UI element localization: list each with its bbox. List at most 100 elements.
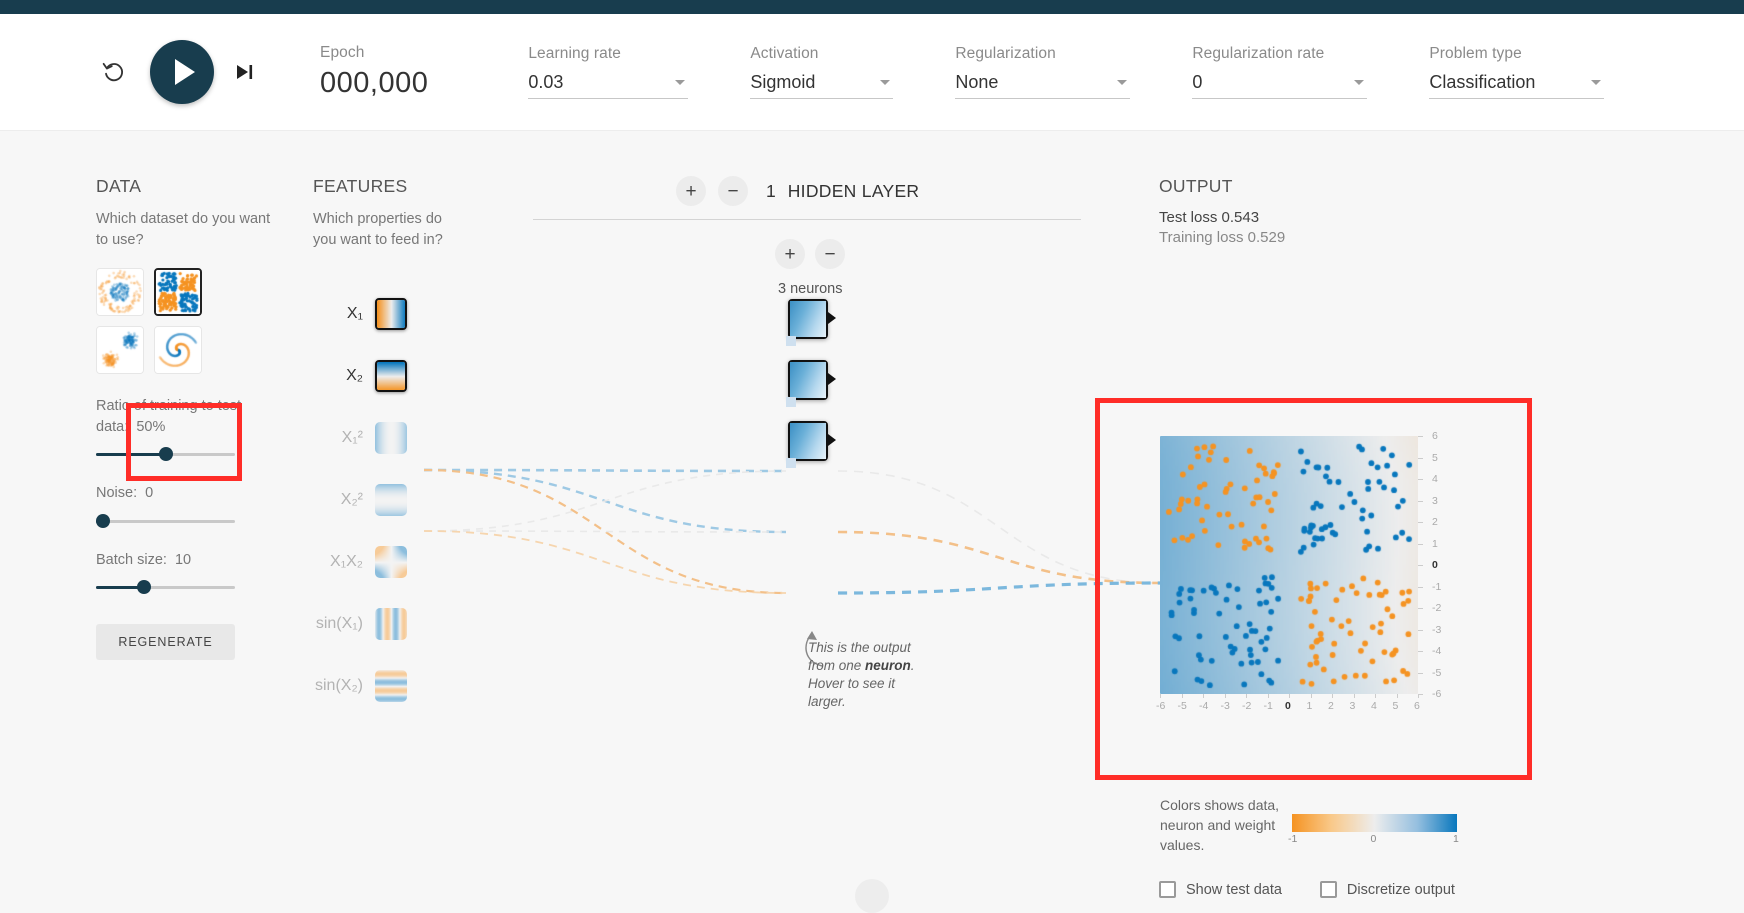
neuron-bias-indicator (786, 458, 796, 468)
step-forward-icon[interactable] (232, 59, 258, 85)
problem-type-select[interactable]: Classification (1429, 72, 1605, 99)
slider-knob[interactable] (96, 513, 110, 528)
neuron-bias-indicator (786, 336, 796, 346)
play-button[interactable] (150, 40, 214, 104)
hidden-neuron-2[interactable] (786, 360, 836, 407)
neuron-count-label: 3 neurons (778, 281, 843, 297)
slider-knob[interactable] (158, 447, 173, 462)
playback-controls (98, 40, 258, 104)
feature-thumbnail-x1x2[interactable] (375, 546, 407, 578)
y-tick-label: -5 (1432, 666, 1442, 679)
main-area: DATA Which dataset do you want to use? R… (0, 131, 1744, 913)
epoch-label: Epoch (320, 44, 365, 61)
feature-row-x1[interactable]: X₁ (313, 283, 407, 345)
feature-row-x2sq[interactable]: X₂² (313, 469, 407, 531)
y-tick (1418, 436, 1423, 437)
x-tick (1160, 694, 1161, 698)
regularization-value: None (955, 72, 999, 92)
problem-type-value: Classification (1429, 72, 1536, 92)
dataset-thumbnail-gauss[interactable] (96, 326, 144, 375)
x-tick (1267, 694, 1269, 698)
feature-thumbnail-x1[interactable] (375, 298, 407, 330)
slider-knob[interactable] (137, 580, 152, 595)
feature-label: sin(X₁) (315, 615, 363, 632)
feature-row-sinx2[interactable]: sin(X₂) (313, 655, 407, 717)
feature-label: X₂ (346, 367, 363, 384)
legend-tick-label: -1 (1288, 833, 1298, 845)
chevron-down-icon (1117, 80, 1128, 85)
feature-thumbnail-x1sq[interactable] (375, 422, 407, 454)
feature-row-x2[interactable]: X₂ (313, 345, 407, 407)
regularization-rate-value: 0 (1192, 72, 1203, 92)
learning-rate-select[interactable]: 0.03 (528, 72, 689, 99)
add-neuron-button[interactable]: + (775, 239, 805, 269)
hidden-neuron-1[interactable] (786, 299, 836, 346)
feature-label: X₁ (346, 305, 363, 322)
regenerate-button[interactable]: REGENERATE (96, 624, 235, 661)
x-tick-label: 1 (1306, 700, 1313, 712)
regularization-select[interactable]: None (955, 72, 1131, 99)
training-loss: Training loss 0.529 (1159, 229, 1286, 246)
y-tick (1418, 629, 1423, 631)
noise-slider[interactable] (96, 513, 235, 528)
feature-label: X₂² (340, 491, 363, 508)
feature-row-x1sq[interactable]: X₁² (313, 407, 407, 469)
chevron-down-icon (1591, 80, 1602, 85)
feature-row-sinx1[interactable]: sin(X₁) (313, 593, 407, 655)
noise-label: Noise: 0 (96, 483, 276, 504)
x-tick-label: -3 (1220, 700, 1230, 712)
show-test-data-checkbox[interactable]: Show test data (1159, 881, 1282, 898)
features-panel: FEATURES Which properties do you want to… (313, 176, 448, 250)
feature-thumbnail-sinx2[interactable] (375, 670, 407, 702)
y-tick (1418, 479, 1423, 480)
activation-select[interactable]: Sigmoid (750, 72, 894, 99)
dataset-thumbnail-spiral[interactable] (154, 326, 202, 375)
neuron-list (786, 299, 836, 482)
x-tick-label: 3 (1349, 700, 1356, 712)
output-heatmap[interactable] (1160, 436, 1418, 694)
ratio-value: 50% (136, 418, 166, 435)
tooltip-text-bold: neuron (865, 657, 911, 673)
legend-tick-label: 1 (1453, 833, 1459, 845)
batch-slider[interactable] (96, 580, 235, 595)
reset-icon[interactable] (98, 55, 132, 89)
remove-neuron-button[interactable]: − (815, 239, 845, 269)
feature-row-x1x2[interactable]: X₁X₂ (313, 531, 407, 593)
feature-thumbnail-x2[interactable] (375, 360, 407, 392)
show-test-data-label: Show test data (1186, 881, 1282, 898)
chevron-down-icon (880, 80, 891, 85)
output-panel-title: OUTPUT (1159, 176, 1233, 196)
scroll-hint-circle[interactable] (855, 879, 889, 913)
data-panel-title: DATA (96, 176, 142, 196)
network-link (837, 470, 1161, 584)
feature-thumbnail-sinx1[interactable] (375, 608, 407, 640)
discretize-output-checkbox[interactable]: Discretize output (1319, 881, 1455, 898)
hidden-layer-count: 1 (766, 180, 776, 201)
add-layer-button[interactable]: + (676, 176, 706, 206)
feature-label: sin(X₂) (315, 677, 363, 694)
data-panel: DATA Which dataset do you want to use? R… (96, 176, 276, 661)
chevron-down-icon (675, 80, 686, 85)
x-tick-label: 6 (1414, 700, 1420, 712)
y-tick (1418, 565, 1423, 566)
data-panel-subtitle: Which dataset do you want to use? (96, 211, 271, 248)
network-link (423, 470, 787, 532)
ratio-slider[interactable] (96, 447, 235, 462)
top-accent-bar (0, 0, 1744, 14)
feature-label: X₁² (341, 429, 363, 446)
dataset-thumbnail-circle[interactable] (96, 268, 144, 317)
remove-layer-button[interactable]: − (718, 176, 748, 206)
hidden-layer-header: + − 1 HIDDEN LAYER (676, 176, 919, 206)
dataset-thumbnail-xor[interactable] (154, 268, 202, 317)
regularization-rate-select[interactable]: 0 (1192, 72, 1368, 99)
x-tick (1289, 694, 1290, 698)
batch-label: Batch size: 10 (96, 550, 276, 571)
activation-value: Sigmoid (750, 72, 816, 92)
checkbox-icon (1319, 881, 1337, 898)
x-tick-label: 0 (1285, 700, 1291, 712)
chevron-down-icon (1354, 80, 1365, 85)
y-tick-label: 4 (1432, 473, 1438, 485)
hidden-neuron-3[interactable] (786, 421, 836, 468)
x-tick-label: -5 (1177, 700, 1187, 712)
feature-thumbnail-x2sq[interactable] (375, 484, 407, 516)
